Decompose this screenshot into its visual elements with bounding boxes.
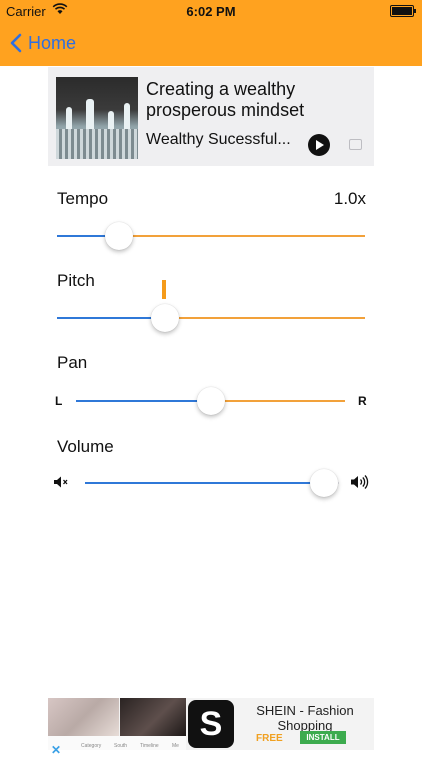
ad-banner[interactable]: ✕ Category South Timeline Me S SHEIN - F… <box>48 698 374 757</box>
pan-label: Pan <box>57 353 88 372</box>
status-bar: Carrier 6:02 PM <box>0 0 422 22</box>
ad-image <box>48 698 119 736</box>
ad-image <box>120 698 186 736</box>
track-title: Creating a wealthy prosperous mindset <box>146 79 305 120</box>
volume-mute-icon <box>53 475 69 494</box>
volume-label: Volume <box>57 437 114 456</box>
tempo-slider[interactable] <box>57 222 365 250</box>
ad-install-button[interactable]: INSTALL <box>300 731 346 744</box>
volume-slider-thumb[interactable] <box>310 469 338 497</box>
back-button-label: Home <box>28 32 77 53</box>
ad-title: SHEIN - Fashion Shopping <box>256 703 354 733</box>
pan-slider-thumb[interactable] <box>197 387 225 415</box>
back-button[interactable]: Home <box>10 30 76 56</box>
ad-nav-item: South <box>114 743 128 749</box>
repeat-icon[interactable] <box>349 139 362 150</box>
tempo-slider-thumb[interactable] <box>105 222 133 250</box>
chevron-left-icon <box>10 33 22 53</box>
ad-nav-item: Timeline <box>140 743 159 749</box>
now-playing-card[interactable]: Creating a wealthy prosperous mindset We… <box>48 67 374 166</box>
volume-max-icon <box>350 474 370 495</box>
ad-price: FREE <box>256 733 283 744</box>
pan-right-label: R <box>358 394 367 408</box>
volume-slider[interactable] <box>85 469 339 497</box>
tempo-value: 1.0x <box>333 189 366 208</box>
pitch-center-marker <box>162 280 166 299</box>
navigation-bar: Carrier 6:02 PM Home <box>0 0 422 66</box>
clock: 6:02 PM <box>186 4 236 19</box>
ad-close-icon[interactable]: ✕ <box>51 743 61 757</box>
track-artist: Wealthy Sucessful... <box>146 131 291 148</box>
pitch-label: Pitch <box>57 271 95 290</box>
pitch-slider-thumb[interactable] <box>151 304 179 332</box>
battery-icon <box>390 5 416 17</box>
ad-nav-item: Me <box>172 743 179 749</box>
pan-slider[interactable] <box>76 387 345 415</box>
pitch-slider[interactable] <box>57 304 365 332</box>
pan-left-label: L <box>55 394 63 408</box>
ad-nav-item: Category <box>81 743 102 749</box>
play-button[interactable] <box>308 134 330 156</box>
ad-app-logo: S <box>188 700 234 748</box>
ad-app-tabbar: ✕ Category South Timeline Me <box>48 736 186 757</box>
tempo-label: Tempo <box>57 189 109 208</box>
track-artwork <box>56 77 138 159</box>
